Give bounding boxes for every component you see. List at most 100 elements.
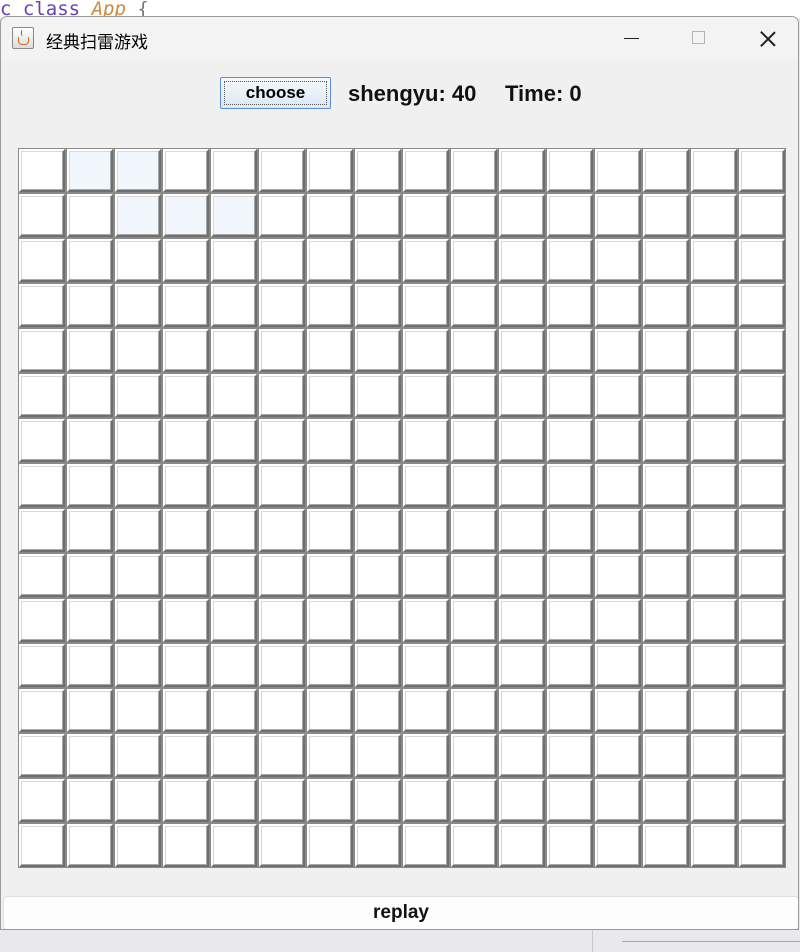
mine-cell[interactable] bbox=[210, 598, 258, 643]
mine-cell[interactable] bbox=[162, 823, 210, 868]
mine-cell[interactable] bbox=[738, 373, 786, 418]
mine-cell[interactable] bbox=[18, 688, 66, 733]
mine-cell[interactable] bbox=[114, 463, 162, 508]
mine-cell[interactable] bbox=[690, 778, 738, 823]
mine-cell[interactable] bbox=[546, 553, 594, 598]
mine-cell[interactable] bbox=[546, 238, 594, 283]
mine-cell[interactable] bbox=[402, 598, 450, 643]
mine-cell[interactable] bbox=[162, 418, 210, 463]
mine-cell[interactable] bbox=[18, 238, 66, 283]
mine-cell[interactable] bbox=[690, 418, 738, 463]
mine-cell[interactable] bbox=[690, 238, 738, 283]
mine-cell[interactable] bbox=[450, 553, 498, 598]
mine-cell[interactable] bbox=[18, 148, 66, 193]
mine-cell[interactable] bbox=[594, 553, 642, 598]
minimize-button[interactable] bbox=[597, 17, 665, 61]
mine-cell[interactable] bbox=[306, 283, 354, 328]
mine-cell[interactable] bbox=[690, 463, 738, 508]
mine-cell[interactable] bbox=[594, 508, 642, 553]
mine-cell[interactable] bbox=[546, 823, 594, 868]
mine-cell[interactable] bbox=[498, 733, 546, 778]
mine-cell[interactable] bbox=[738, 778, 786, 823]
mine-cell[interactable] bbox=[66, 283, 114, 328]
mine-cell[interactable] bbox=[258, 778, 306, 823]
mine-cell[interactable] bbox=[690, 688, 738, 733]
mine-cell[interactable] bbox=[498, 328, 546, 373]
mine-cell[interactable] bbox=[66, 418, 114, 463]
mine-cell[interactable] bbox=[210, 238, 258, 283]
mine-cell[interactable] bbox=[498, 508, 546, 553]
mine-cell[interactable] bbox=[546, 778, 594, 823]
mine-cell[interactable] bbox=[450, 373, 498, 418]
mine-cell[interactable] bbox=[66, 643, 114, 688]
mine-cell[interactable] bbox=[114, 733, 162, 778]
mine-cell[interactable] bbox=[354, 463, 402, 508]
mine-cell[interactable] bbox=[210, 553, 258, 598]
mine-cell[interactable] bbox=[450, 508, 498, 553]
mine-cell[interactable] bbox=[594, 643, 642, 688]
mine-cell[interactable] bbox=[402, 553, 450, 598]
mine-cell[interactable] bbox=[450, 418, 498, 463]
mine-cell[interactable] bbox=[498, 778, 546, 823]
mine-cell[interactable] bbox=[546, 463, 594, 508]
mine-cell[interactable] bbox=[354, 193, 402, 238]
mine-cell[interactable] bbox=[642, 823, 690, 868]
mine-cell[interactable] bbox=[162, 463, 210, 508]
mine-cell[interactable] bbox=[114, 508, 162, 553]
mine-cell[interactable] bbox=[642, 238, 690, 283]
mine-cell[interactable] bbox=[450, 778, 498, 823]
mine-cell[interactable] bbox=[594, 328, 642, 373]
mine-cell[interactable] bbox=[210, 283, 258, 328]
mine-cell[interactable] bbox=[66, 148, 114, 193]
mine-cell[interactable] bbox=[114, 553, 162, 598]
mine-cell[interactable] bbox=[66, 823, 114, 868]
mine-cell[interactable] bbox=[594, 373, 642, 418]
mine-cell[interactable] bbox=[18, 508, 66, 553]
mine-cell[interactable] bbox=[642, 373, 690, 418]
mine-cell[interactable] bbox=[306, 193, 354, 238]
mine-cell[interactable] bbox=[18, 598, 66, 643]
mine-cell[interactable] bbox=[498, 238, 546, 283]
mine-cell[interactable] bbox=[18, 283, 66, 328]
mine-cell[interactable] bbox=[402, 688, 450, 733]
mine-cell[interactable] bbox=[162, 373, 210, 418]
mine-cell[interactable] bbox=[210, 328, 258, 373]
mine-cell[interactable] bbox=[450, 823, 498, 868]
mine-cell[interactable] bbox=[306, 643, 354, 688]
mine-cell[interactable] bbox=[162, 688, 210, 733]
mine-cell[interactable] bbox=[402, 508, 450, 553]
mine-cell[interactable] bbox=[546, 283, 594, 328]
mine-cell[interactable] bbox=[306, 463, 354, 508]
mine-cell[interactable] bbox=[306, 733, 354, 778]
mine-cell[interactable] bbox=[18, 373, 66, 418]
mine-cell[interactable] bbox=[66, 598, 114, 643]
replay-button[interactable]: replay bbox=[3, 896, 798, 929]
mine-cell[interactable] bbox=[690, 553, 738, 598]
mine-cell[interactable] bbox=[210, 193, 258, 238]
mine-cell[interactable] bbox=[162, 508, 210, 553]
mine-cell[interactable] bbox=[162, 643, 210, 688]
mine-cell[interactable] bbox=[642, 778, 690, 823]
mine-cell[interactable] bbox=[66, 778, 114, 823]
title-bar[interactable]: 经典扫雷游戏 bbox=[1, 17, 798, 61]
mine-cell[interactable] bbox=[402, 148, 450, 193]
mine-cell[interactable] bbox=[498, 283, 546, 328]
mine-cell[interactable] bbox=[18, 553, 66, 598]
mine-cell[interactable] bbox=[642, 193, 690, 238]
mine-cell[interactable] bbox=[306, 328, 354, 373]
mine-cell[interactable] bbox=[546, 598, 594, 643]
mine-cell[interactable] bbox=[690, 148, 738, 193]
mine-cell[interactable] bbox=[402, 373, 450, 418]
mine-cell[interactable] bbox=[66, 373, 114, 418]
mine-cell[interactable] bbox=[354, 283, 402, 328]
mine-cell[interactable] bbox=[402, 238, 450, 283]
mine-cell[interactable] bbox=[306, 823, 354, 868]
mine-cell[interactable] bbox=[546, 193, 594, 238]
mine-cell[interactable] bbox=[114, 823, 162, 868]
mine-cell[interactable] bbox=[498, 193, 546, 238]
mine-cell[interactable] bbox=[402, 328, 450, 373]
mine-cell[interactable] bbox=[546, 373, 594, 418]
mine-cell[interactable] bbox=[642, 598, 690, 643]
mine-cell[interactable] bbox=[690, 193, 738, 238]
mine-cell[interactable] bbox=[66, 193, 114, 238]
